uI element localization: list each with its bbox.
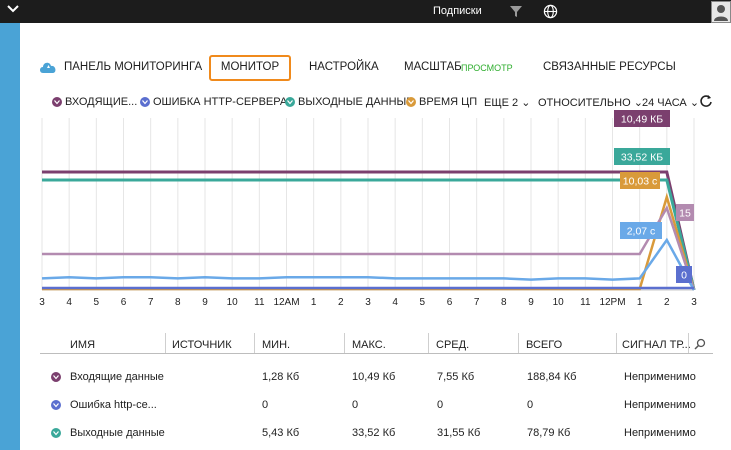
x-tick-label: 7 [474,297,480,308]
column-divider [616,333,617,354]
x-tick-label: 6 [447,297,453,308]
x-tick-label: 3 [365,297,371,308]
x-tick-label: 3 [39,297,45,308]
row-name: Входящие данные [70,371,164,383]
row-total: 188,84 Кб [527,371,577,383]
table-row[interactable]: Выходные данные 5,43 Кб 33,52 Кб 31,55 К… [40,420,713,448]
column-divider [518,333,519,354]
x-tick-label: 8 [501,297,507,308]
col-header-min[interactable]: МИН. [262,339,290,351]
value-label: 2,07 с [627,226,656,238]
row-alert: Неприменимо [624,371,696,383]
search-icon[interactable] [693,337,707,351]
x-tick-label: 12PM [599,297,625,308]
x-tick-label: 12AM [273,297,299,308]
row-avg: 7,55 Кб [437,371,475,383]
chevron-down-icon[interactable] [51,428,61,438]
x-tick-label: 11 [254,297,265,308]
x-tick-label: 2 [664,297,670,308]
row-max: 10,49 Кб [352,371,396,383]
value-label: 0 [681,270,687,282]
row-min: 5,43 Кб [262,427,300,439]
x-tick-label: 4 [392,297,398,308]
value-label: 15 [679,208,691,220]
x-tick-label: 7 [148,297,154,308]
x-tick-label: 8 [175,297,181,308]
x-tick-label: 4 [66,297,72,308]
col-header-alert[interactable]: СИГНАЛ ТР... [622,339,691,351]
x-tick-label: 6 [121,297,127,308]
row-name: Выходные данные [70,427,165,439]
col-header-avg[interactable]: СРЕД. [436,339,469,351]
x-tick-label: 9 [528,297,534,308]
value-label: 10,49 КБ [621,114,663,126]
col-header-total[interactable]: ВСЕГО [526,339,562,351]
row-alert: Неприменимо [624,427,696,439]
chevron-down-icon[interactable] [51,400,61,410]
row-total: 78,79 Кб [527,427,571,439]
row-max: 33,52 Кб [352,427,396,439]
column-divider [344,333,345,354]
table-row[interactable]: Ошибка http-се... 0 0 0 0 Неприменимо [40,392,713,420]
row-max: 0 [352,399,359,411]
chevron-down-icon[interactable] [51,372,61,382]
col-header-name[interactable]: ИМЯ [70,339,95,351]
row-name: Ошибка http-се... [70,399,157,411]
x-tick-label: 5 [94,297,100,308]
x-tick-label: 1 [311,297,317,308]
table-row[interactable]: Входящие данные 1,28 Кб 10,49 Кб 7,55 Кб… [40,364,713,392]
column-divider [428,333,429,354]
x-tick-label: 1 [637,297,643,308]
column-divider [688,333,689,354]
x-tick-label: 3 [691,297,697,308]
x-tick-label: 2 [338,297,344,308]
x-tick-label: 10 [227,297,239,308]
x-tick-label: 10 [553,297,565,308]
value-label: 33,52 КБ [621,152,663,164]
value-label: 10,03 с [623,176,657,188]
metrics-chart: 3 4 5 6 7 8 9 10 11 12AM 1 2 3 4 5 6 7 8 9 10 11 12PM 1 2 3 10,49… [39,110,697,308]
x-tick-label: 11 [580,297,591,308]
x-tick-label: 5 [420,297,426,308]
row-min: 0 [262,399,269,411]
column-divider [165,333,166,354]
table-header-divider [40,353,713,354]
col-header-source[interactable]: ИСТОЧНИК [172,339,232,351]
x-tick-label: 9 [202,297,208,308]
row-min: 1,28 Кб [262,371,300,383]
col-header-max[interactable]: МАКС. [352,339,386,351]
row-total: 0 [527,399,534,411]
row-alert: Неприменимо [624,399,696,411]
row-avg: 31,55 Кб [437,427,481,439]
row-avg: 0 [437,399,444,411]
column-divider [254,333,255,354]
